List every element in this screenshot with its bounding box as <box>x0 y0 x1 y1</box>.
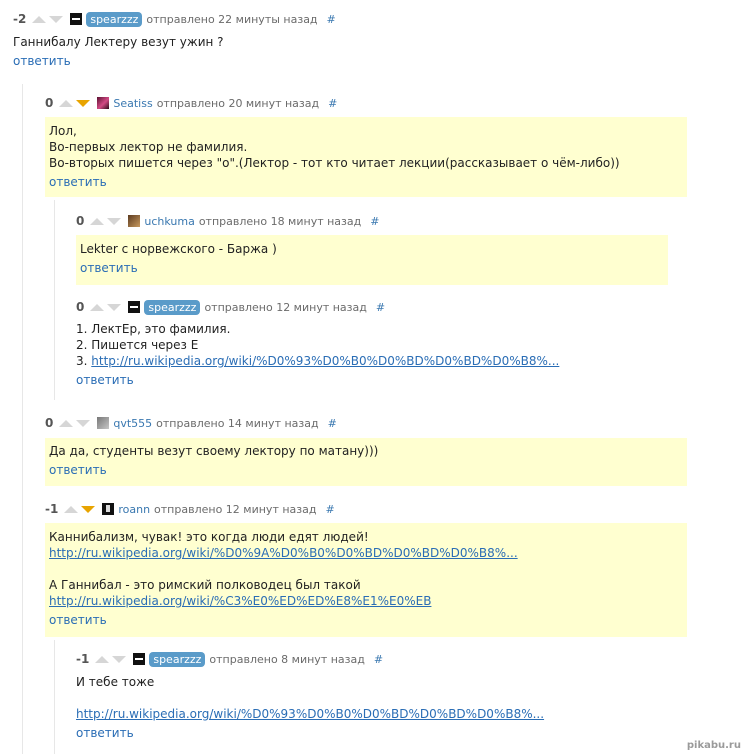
comment-text: Ганнибалу Лектеру везут ужин ? <box>13 35 224 49</box>
comment-permalink[interactable]: # <box>327 13 336 26</box>
comment-text: Во-первых лектор не фамилия. <box>49 140 248 154</box>
comment-text: И тебе тоже <box>76 675 155 689</box>
comment-permalink[interactable]: # <box>370 215 379 228</box>
reply-link[interactable]: ответить <box>49 462 687 478</box>
reply-link[interactable]: ответить <box>76 372 716 388</box>
comment-body: Ганнибалу Лектеру везут ужин ? ответить <box>13 34 703 69</box>
downvote-arrow-icon[interactable] <box>49 15 64 23</box>
comment-time: отправлено 18 минут назад <box>198 214 362 228</box>
comment-score: 0 <box>76 300 85 314</box>
upvote-arrow-icon[interactable] <box>90 217 105 225</box>
comment-author[interactable]: roann <box>118 503 150 516</box>
comment-header: 0 uchkuma отправлено 18 минут назад # <box>76 213 379 229</box>
comment-permalink[interactable]: # <box>325 503 334 516</box>
comment-text: 1. ЛектЕр, это фамилия. <box>76 322 231 336</box>
site-watermark: pikabu.ru <box>686 740 741 751</box>
upvote-arrow-icon[interactable] <box>59 419 74 427</box>
wikipedia-link[interactable]: http://ru.wikipedia.org/wiki/%D0%9A%D0%B… <box>49 546 518 560</box>
comment-permalink[interactable]: # <box>328 417 337 430</box>
wikipedia-link[interactable]: http://ru.wikipedia.org/wiki/%D0%93%D0%B… <box>76 707 544 721</box>
comment-author[interactable]: qvt555 <box>113 417 152 430</box>
avatar-icon <box>128 215 141 227</box>
reply-link[interactable]: ответить <box>13 53 703 69</box>
list-marker: 3. <box>76 354 92 368</box>
comment-score: 0 <box>76 214 85 228</box>
reply-link[interactable]: ответить <box>49 174 687 190</box>
comment-time: отправлено 20 минут назад <box>156 96 320 110</box>
comment-time: отправлено 8 минут назад <box>209 652 365 666</box>
comment-header: -1 spearzzz отправлено 8 минут назад # <box>76 651 383 667</box>
comment-score: -1 <box>76 652 90 666</box>
upvote-arrow-icon[interactable] <box>95 655 110 663</box>
wikipedia-link[interactable]: http://ru.wikipedia.org/wiki/%D0%93%D0%B… <box>91 354 559 368</box>
comment-permalink[interactable]: # <box>374 653 383 666</box>
comment-score: 0 <box>45 96 54 110</box>
reply-link[interactable]: ответить <box>49 612 687 628</box>
comment-header: -1 roann отправлено 12 минут назад # <box>45 501 335 517</box>
wikipedia-link[interactable]: http://ru.wikipedia.org/wiki/%C3%E0%ED%E… <box>49 594 431 608</box>
comment-score: 0 <box>45 416 54 430</box>
comment-author[interactable]: spearzzz <box>86 11 143 27</box>
comment-header: 0 spearzzz отправлено 12 минут назад # <box>76 299 385 315</box>
downvote-arrow-icon[interactable] <box>81 505 96 513</box>
comment-permalink[interactable]: # <box>328 97 337 110</box>
comment-header: 0 Seatiss отправлено 20 минут назад # <box>45 95 337 111</box>
comment-time: отправлено 12 минут назад <box>154 502 317 516</box>
comment-text: Лол, <box>49 124 77 138</box>
comment-text: Lekter с норвежского - Баржа ) <box>80 242 277 256</box>
comment-text: Да да, студенты везут своему лектору по … <box>49 444 379 458</box>
comment-body: И тебе тоже http://ru.wikipedia.org/wiki… <box>76 674 716 741</box>
comment-text: 3. http://ru.wikipedia.org/wiki/%D0%93%D… <box>76 353 716 369</box>
reply-link[interactable]: ответить <box>80 260 668 276</box>
comment-body: Каннибализм, чувак! это когда люди едят … <box>45 523 687 637</box>
thread-line <box>22 84 23 754</box>
comment-text: А Ганнибал - это римский полководец был … <box>49 578 361 592</box>
comment-body: 1. ЛектЕр, это фамилия. 2. Пишется через… <box>76 321 716 388</box>
comment-score: -2 <box>13 12 27 26</box>
upvote-arrow-icon[interactable] <box>32 15 47 23</box>
avatar-icon <box>97 97 110 109</box>
comment-time: отправлено 12 минут назад <box>204 300 367 314</box>
comment-body: Да да, студенты везут своему лектору по … <box>45 438 687 486</box>
comment-time: отправлено 14 минут назад <box>156 416 319 430</box>
upvote-arrow-icon[interactable] <box>90 303 105 311</box>
reply-link[interactable]: ответить <box>76 725 716 741</box>
comment-author[interactable]: uchkuma <box>144 215 194 228</box>
downvote-arrow-icon[interactable] <box>107 303 122 311</box>
comment-header: 0 qvt555 отправлено 14 минут назад # <box>45 415 337 431</box>
avatar-icon <box>102 503 115 515</box>
comment-body: Лол, Во-первых лектор не фамилия. Во-вто… <box>45 117 687 197</box>
comment-body: Lekter с норвежского - Баржа ) ответить <box>76 235 668 285</box>
comment-author[interactable]: spearzzz <box>149 651 206 667</box>
avatar-icon <box>70 13 83 25</box>
comment-time: отправлено 22 минуты назад <box>146 12 318 26</box>
upvote-arrow-icon[interactable] <box>59 99 74 107</box>
avatar-icon <box>133 653 146 665</box>
comment-score: -1 <box>45 502 59 516</box>
avatar-icon <box>97 417 110 429</box>
downvote-arrow-icon[interactable] <box>76 99 91 107</box>
comment-text: 2. Пишется через Е <box>76 338 199 352</box>
comment-permalink[interactable]: # <box>376 301 385 314</box>
downvote-arrow-icon[interactable] <box>107 217 122 225</box>
downvote-arrow-icon[interactable] <box>76 419 91 427</box>
comment-text: Каннибализм, чувак! это когда люди едят … <box>49 530 369 544</box>
comment-author[interactable]: spearzzz <box>144 299 201 315</box>
comment-author[interactable]: Seatiss <box>113 97 152 110</box>
thread-line <box>54 640 55 754</box>
upvote-arrow-icon[interactable] <box>64 505 79 513</box>
thread-line <box>54 200 55 400</box>
avatar-icon <box>128 301 141 313</box>
comment-header: -2 spearzzz отправлено 22 минуты назад # <box>13 11 336 27</box>
downvote-arrow-icon[interactable] <box>112 655 127 663</box>
comment-text: Во-вторых пишется через "о".(Лектор - то… <box>49 156 620 170</box>
